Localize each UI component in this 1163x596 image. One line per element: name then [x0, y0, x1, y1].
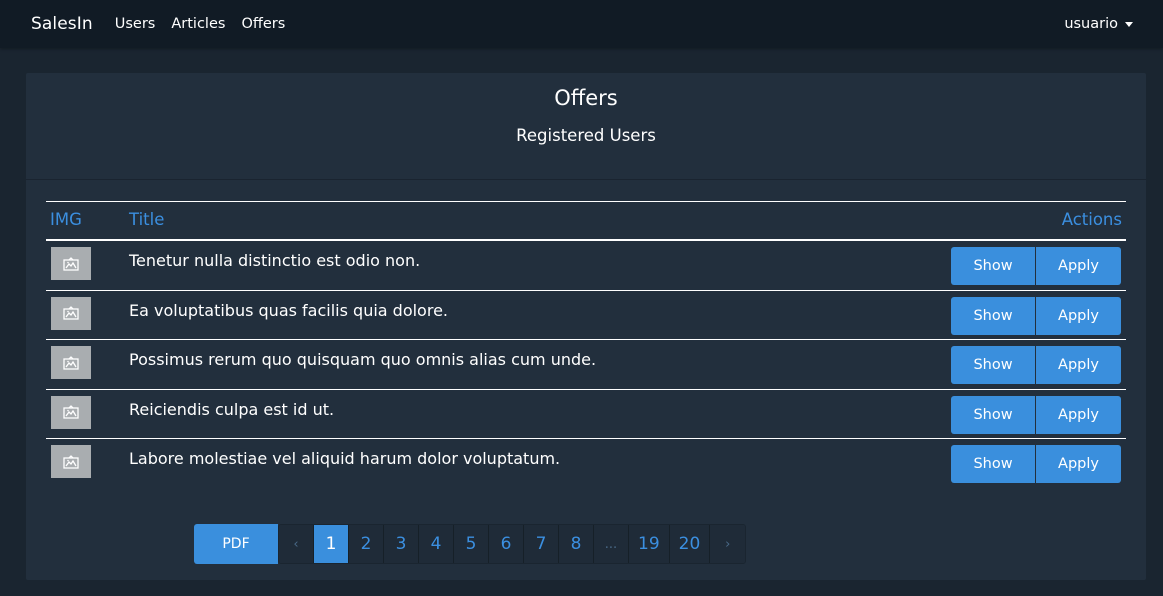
- table-body: Tenetur nulla distinctio est odio non. Sh…: [46, 241, 1126, 489]
- column-header-actions: Actions: [1061, 210, 1122, 229]
- page-next-button[interactable]: ›: [710, 525, 746, 563]
- row-actions: Show Apply: [951, 395, 1121, 434]
- table-header: IMG Title Actions: [46, 201, 1126, 241]
- table-row: Ea voluptatibus quas facilis quia dolore…: [46, 291, 1126, 340]
- page-link-7[interactable]: 7: [524, 525, 559, 563]
- nav-links: Users Articles Offers: [115, 16, 286, 32]
- user-menu-toggle[interactable]: usuario: [1064, 16, 1133, 32]
- pdf-button[interactable]: PDF: [194, 524, 278, 564]
- image-placeholder-icon: [51, 247, 91, 280]
- pagination: ‹ 1 2 3 4 5 6 7 8... 19 20 ›: [278, 524, 747, 564]
- apply-button[interactable]: Apply: [1036, 395, 1121, 434]
- pagination-area: PDF ‹ 1 2 3 4 5 6 7 8... 19 20 ›: [194, 524, 747, 564]
- image-placeholder-icon: [51, 346, 91, 379]
- page-link-1[interactable]: 1: [314, 525, 349, 563]
- show-button[interactable]: Show: [951, 346, 1035, 384]
- nav-link-articles[interactable]: Articles: [171, 16, 225, 32]
- brand-logo[interactable]: SalesIn: [31, 14, 93, 34]
- table-row: Possimus rerum quo quisquam quo omnis al…: [46, 340, 1126, 390]
- top-navbar: SalesIn Users Articles Offers usuario: [0, 0, 1163, 48]
- offer-title: Ea voluptatibus quas facilis quia dolore…: [129, 300, 448, 320]
- show-button[interactable]: Show: [951, 395, 1035, 434]
- show-button[interactable]: Show: [951, 296, 1035, 335]
- image-placeholder-icon: [51, 395, 91, 429]
- row-actions: Show Apply: [951, 247, 1121, 285]
- page-prev-button[interactable]: ‹: [279, 525, 314, 563]
- table-row: Reiciendis culpa est id ut. Show Apply: [46, 390, 1126, 439]
- nav-link-offers[interactable]: Offers: [241, 16, 285, 32]
- offers-table: IMG Title Actions Tenetur nulla distinct…: [46, 201, 1126, 489]
- image-placeholder-icon: [51, 445, 91, 478]
- page-link-3[interactable]: 3: [384, 525, 419, 563]
- page-link-20[interactable]: 20: [669, 525, 711, 563]
- nav-link-users[interactable]: Users: [115, 16, 156, 32]
- offer-title: Possimus rerum quo quisquam quo omnis al…: [129, 350, 597, 369]
- show-button[interactable]: Show: [951, 247, 1035, 285]
- table-row: Tenetur nulla distinctio est odio non. Sh…: [46, 241, 1126, 291]
- user-menu-label: usuario: [1064, 16, 1118, 32]
- image-placeholder-icon: [51, 296, 91, 330]
- apply-button[interactable]: Apply: [1036, 247, 1121, 285]
- apply-button[interactable]: Apply: [1036, 346, 1121, 384]
- card-header: Offers Registered Users: [26, 73, 1146, 180]
- page-subtitle: Registered Users: [516, 126, 656, 145]
- offer-title: Tenetur nulla distinctio est odio non.: [129, 251, 421, 270]
- row-actions: Show Apply: [951, 296, 1121, 335]
- offers-card: Offers Registered Users IMG Title Action…: [26, 73, 1146, 580]
- row-actions: Show Apply: [951, 346, 1121, 384]
- page-link-19[interactable]: 19: [629, 525, 670, 563]
- apply-button[interactable]: Apply: [1036, 445, 1121, 483]
- page-link-5[interactable]: 5: [454, 525, 489, 563]
- page-ellipsis: ...: [594, 525, 629, 563]
- show-button[interactable]: Show: [951, 445, 1035, 483]
- offer-title: Labore molestiae vel aliquid harum dolor…: [129, 449, 561, 468]
- table-row: Labore molestiae vel aliquid harum dolor…: [46, 439, 1126, 489]
- page-link-6[interactable]: 6: [489, 525, 524, 563]
- page-link-8[interactable]: 8: [559, 525, 594, 563]
- page-link-2[interactable]: 2: [349, 525, 384, 563]
- caret-down-icon: [1125, 22, 1133, 27]
- offer-title: Reiciendis culpa est id ut.: [129, 399, 335, 419]
- column-header-title: Title: [129, 210, 165, 229]
- page-link-4[interactable]: 4: [419, 525, 454, 563]
- page-title: Offers: [554, 86, 618, 110]
- apply-button[interactable]: Apply: [1036, 296, 1121, 335]
- row-actions: Show Apply: [951, 445, 1121, 483]
- column-header-img: IMG: [50, 210, 82, 229]
